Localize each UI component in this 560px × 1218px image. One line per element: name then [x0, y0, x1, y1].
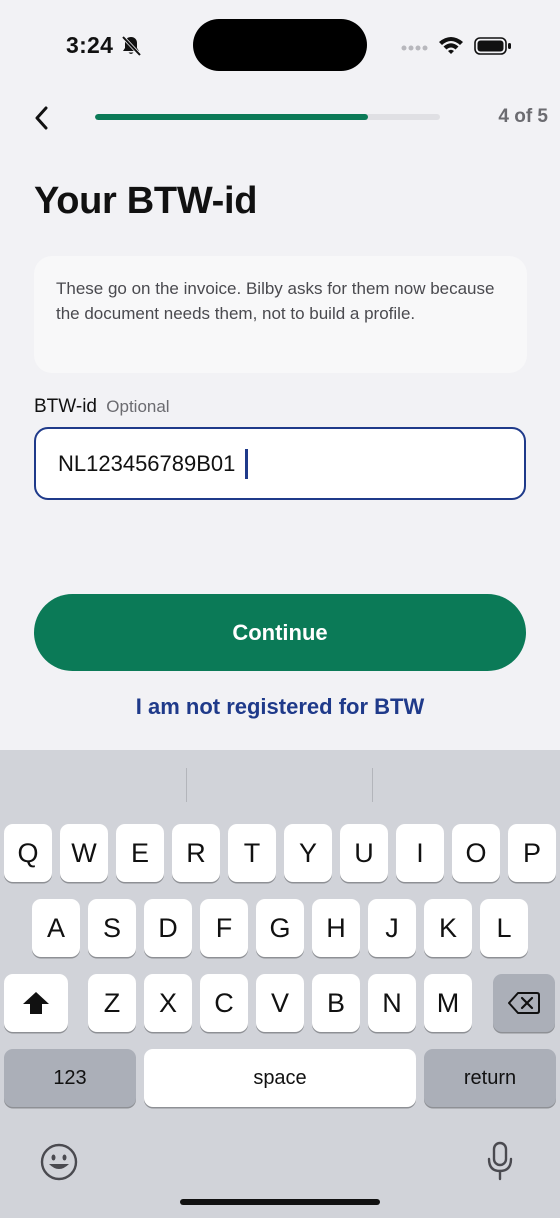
key-o[interactable]: O: [452, 824, 500, 882]
key-n[interactable]: N: [368, 974, 416, 1032]
key-v[interactable]: V: [256, 974, 304, 1032]
continue-button[interactable]: Continue: [34, 594, 526, 671]
field-label-text: BTW-id: [34, 396, 97, 417]
status-time: 3:24: [66, 32, 114, 58]
key-w[interactable]: W: [60, 824, 108, 882]
key-h[interactable]: H: [312, 899, 360, 957]
back-button[interactable]: [24, 100, 60, 136]
emoji-icon[interactable]: [40, 1143, 78, 1181]
info-card: These go on the invoice. Bilby asks for …: [34, 256, 527, 373]
shift-key[interactable]: [4, 974, 68, 1032]
space-key[interactable]: space: [144, 1049, 416, 1107]
key-i[interactable]: I: [396, 824, 444, 882]
key-l[interactable]: L: [480, 899, 528, 957]
suggestion-divider: [372, 768, 373, 802]
key-u[interactable]: U: [340, 824, 388, 882]
page-title: Your BTW-id: [34, 180, 258, 222]
key-f[interactable]: F: [200, 899, 248, 957]
key-r[interactable]: R: [172, 824, 220, 882]
key-k[interactable]: K: [424, 899, 472, 957]
suggestion-divider: [186, 768, 187, 802]
optional-label: Optional: [106, 397, 170, 416]
key-m[interactable]: M: [424, 974, 472, 1032]
battery-icon: [474, 37, 511, 55]
dynamic-island: [193, 19, 367, 71]
status-bar: 3:24: [0, 0, 560, 90]
key-g[interactable]: G: [256, 899, 304, 957]
key-q[interactable]: Q: [4, 824, 52, 882]
signal-icon: [401, 45, 428, 51]
wifi-icon: [439, 37, 463, 54]
not-registered-link[interactable]: I am not registered for BTW: [0, 694, 560, 720]
key-b[interactable]: B: [312, 974, 360, 1032]
key-a[interactable]: A: [32, 899, 80, 957]
key-j[interactable]: J: [368, 899, 416, 957]
delete-icon: [508, 992, 540, 1014]
info-text: These go on the invoice. Bilby asks for …: [56, 279, 495, 323]
key-y[interactable]: Y: [284, 824, 332, 882]
field-label: BTW-id Optional: [34, 396, 170, 418]
home-indicator: [180, 1199, 380, 1205]
return-key[interactable]: return: [424, 1049, 556, 1107]
key-p[interactable]: P: [508, 824, 556, 882]
delete-key[interactable]: [493, 974, 555, 1032]
text-caret: [245, 449, 248, 479]
microphone-icon[interactable]: [486, 1141, 514, 1181]
numbers-key[interactable]: 123: [4, 1049, 136, 1107]
btw-id-input[interactable]: [34, 427, 526, 500]
chevron-left-icon: [35, 106, 48, 130]
step-counter: 4 of 5: [498, 106, 548, 127]
key-s[interactable]: S: [88, 899, 136, 957]
key-x[interactable]: X: [144, 974, 192, 1032]
keyboard: Q W E R T Y U I O P A S D F G H J K L Z …: [0, 750, 560, 1218]
key-z[interactable]: Z: [88, 974, 136, 1032]
progress-bar: [95, 114, 440, 120]
key-c[interactable]: C: [200, 974, 248, 1032]
shift-icon: [23, 992, 49, 1014]
bell-slash-icon: [121, 35, 142, 57]
key-e[interactable]: E: [116, 824, 164, 882]
progress-fill: [95, 114, 368, 120]
key-d[interactable]: D: [144, 899, 192, 957]
key-t[interactable]: T: [228, 824, 276, 882]
